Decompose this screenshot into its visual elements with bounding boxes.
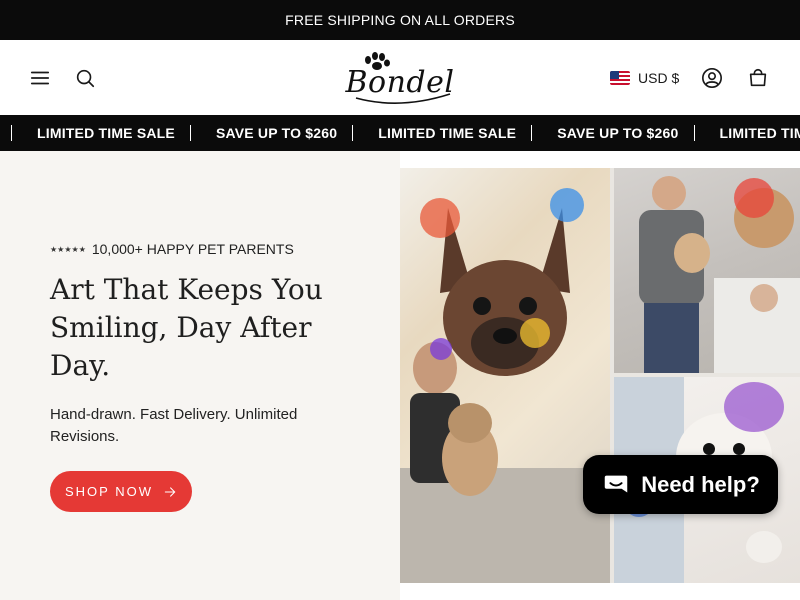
marquee-track: 0 LIMITED TIME SALE SAVE UP TO $260 LIMI… [0, 115, 800, 151]
account-icon [702, 67, 722, 88]
logo-text: Bondel [345, 64, 455, 100]
marquee-item: 0 [0, 125, 12, 141]
site-header: Bondel USD $ [0, 40, 800, 115]
cart-icon [749, 68, 767, 86]
marquee-item: LIMITED TIME SALE [363, 125, 533, 141]
menu-icon [30, 71, 50, 84]
marquee-item: LIMITED TIME SALE [22, 125, 191, 141]
search-icon [76, 69, 95, 87]
marquee-item: SAVE UP TO $260 [542, 125, 695, 141]
chat-bubble-icon [604, 475, 628, 492]
shop-now-label: SHOP NOW [65, 484, 153, 499]
collage-panel-dog-painting [400, 168, 610, 583]
search-button[interactable] [71, 64, 99, 92]
menu-button[interactable] [26, 64, 54, 92]
announcement-text: FREE SHIPPING ON ALL ORDERS [285, 12, 515, 28]
currency-label: USD $ [638, 69, 680, 86]
pet-art-collage [400, 168, 800, 583]
rating-row: ★★★★★ 10,000+ HAPPY PET PARENTS [50, 241, 294, 257]
us-flag-icon [610, 70, 630, 85]
sale-marquee: 0 LIMITED TIME SALE SAVE UP TO $260 LIMI… [0, 115, 800, 151]
hero-section: ★★★★★ 10,000+ HAPPY PET PARENTS Art That… [0, 151, 800, 600]
account-button[interactable] [698, 64, 726, 92]
collage-panel-owner-photo [614, 168, 800, 373]
arrow-right-icon [164, 486, 176, 497]
marquee-item: SAVE UP TO $260 [201, 125, 354, 141]
rating-text: 10,000+ HAPPY PET PARENTS [91, 241, 294, 257]
currency-selector[interactable]: USD $ [610, 70, 679, 86]
chat-help-button[interactable]: Need help? [583, 455, 778, 514]
logo[interactable]: Bondel [338, 50, 462, 106]
announcement-bar: FREE SHIPPING ON ALL ORDERS [0, 0, 800, 40]
hero-text-panel: ★★★★★ 10,000+ HAPPY PET PARENTS Art That… [0, 151, 400, 600]
hero-image [400, 151, 800, 600]
hero-headline: Art That Keeps You Smiling, Day After Da… [50, 273, 323, 382]
shop-now-button[interactable]: SHOP NOW [50, 471, 192, 512]
hero-subtext: Hand-drawn. Fast Delivery. Unlimited Rev… [50, 406, 298, 445]
chat-label: Need help? [641, 471, 760, 497]
marquee-item: LIMITED TIME SALE [705, 125, 800, 141]
rating-stars: ★★★★★ [50, 244, 86, 254]
cart-button[interactable] [744, 64, 772, 92]
